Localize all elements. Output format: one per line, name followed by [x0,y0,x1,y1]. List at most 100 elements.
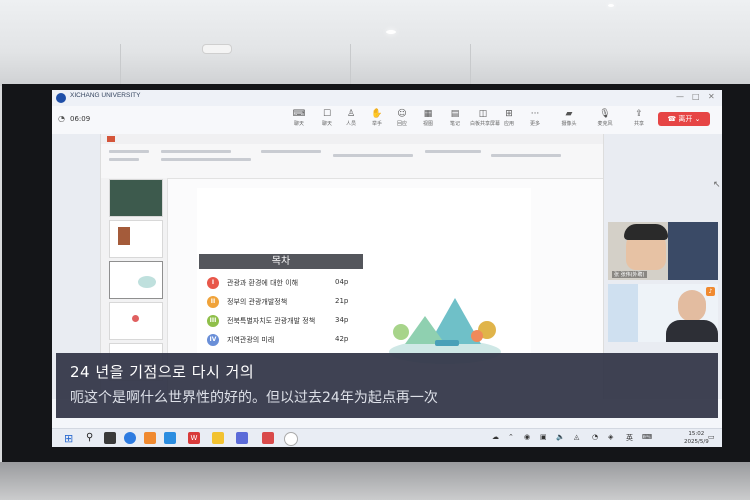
minimize-button[interactable]: — [676,92,684,101]
whiteboard-icon: ◫ [478,109,488,119]
apps-button[interactable]: ⊞ 应用 [496,109,522,128]
camera-button[interactable]: ▰ 摄像头 [556,109,582,128]
share-icon: ⇪ [635,109,643,119]
slide-thumbnail-selected[interactable] [109,261,163,299]
meeting-toolbar: ◔ 06:09 ⌨ 聊天 ☐ 聊天 ♙ 人员 ✋ 举手 ☺ 回应 ▦ 视图 ▤ … [52,106,722,135]
toc-text: 관광과 환경에 대한 이해 [227,279,299,287]
clock-time: 15:02 [688,431,705,437]
tray-app-icon[interactable]: ◉ [524,433,530,441]
chrome-icon[interactable] [284,432,298,446]
chat-button[interactable]: ⌨ 聊天 [286,109,312,128]
shield-icon: ◔ [58,114,65,123]
presentation-ribbon [101,144,603,179]
participant-video[interactable]: 张 张伟(外聘) [608,222,718,280]
whiteboard-button[interactable]: ◫ 白板共享屏幕 [470,109,500,128]
windows-taskbar: ⊞ ⚲ W ☁ ⌃ ◉ ▣ 🔈 ◬ ◔ ◈ 英 ⌨ 15:02 2025/5/9… [52,428,722,447]
meeting-app-icon[interactable] [236,432,248,444]
wps-office-icon[interactable]: W [188,432,200,444]
reaction-button[interactable]: ☺ 回应 [389,109,415,128]
task-view-icon[interactable] [104,432,116,444]
file-explorer-icon[interactable] [212,432,224,444]
live-subtitles: 24 년을 기점으로 다시 거의 呃这个是啊什么世界性的好的。但以过去24年为起… [56,353,718,418]
participant-video[interactable]: ♪ [608,284,718,342]
university-logo-icon [56,93,66,103]
maximize-button[interactable]: □ [692,92,700,101]
cursor-icon: ↖ [713,180,721,190]
keyboard-icon[interactable]: ⌨ [642,433,652,441]
app-icon[interactable] [164,432,176,444]
network-icon[interactable]: ◬ [574,433,579,441]
mic-muted-icon: ♪ [706,287,715,296]
presentation-file-icon [107,136,115,142]
microphone-button[interactable]: 🎙 麦克风 [592,109,618,128]
video-background [608,284,638,342]
notification-icon[interactable]: ▭ [708,433,715,441]
dot-image [132,315,139,322]
subtitle-chinese: 呃这个是啊什么世界性的好的。但以过去24年为起点再一次 [70,390,438,406]
more-button[interactable]: ··· 更多 [522,109,548,128]
participant-body [666,320,718,342]
meeting-timer: 06:09 [70,115,91,123]
ime-language[interactable]: 英 [626,433,633,443]
message-icon: ☐ [322,109,332,119]
notes-button[interactable]: ▤ 笔记 [442,109,468,128]
clock-date: 2025/5/9 [684,439,709,445]
slide-thumbnail[interactable] [109,220,163,258]
ceiling-projector [202,44,232,54]
ribbon-group [161,150,231,153]
participant-name: 张 张伟(外聘) [612,271,647,278]
wifi-icon[interactable]: ◔ [592,433,598,441]
illustration-image [138,276,156,288]
apps-icon: ⊞ [505,109,513,119]
slide-heading: 목차 [199,254,363,269]
ribbon-group [261,150,321,153]
system-clock[interactable]: 15:02 2025/5/9 [684,430,709,446]
app-icon[interactable] [262,432,274,444]
toc-page: 42p [335,335,349,343]
cloud-icon[interactable]: ☁ [492,433,499,441]
more-icon: ··· [530,109,540,119]
toc-text: 전북특별자치도 관광개발 정책 [227,317,316,325]
ribbon-group [161,158,251,161]
raise-hand-button[interactable]: ✋ 举手 [364,109,390,128]
chevron-up-icon[interactable]: ⌃ [508,433,514,441]
tray-app-icon[interactable]: ▣ [540,433,547,441]
slide-thumbnail[interactable] [109,179,163,217]
message-button[interactable]: ☐ 聊天 [314,109,340,128]
participant-face [678,290,706,322]
close-button[interactable]: ✕ [708,92,715,101]
tree-shape [471,330,483,342]
firefox-icon[interactable] [144,432,156,444]
windows-start-icon[interactable]: ⊞ [64,432,73,445]
slide-thumbnail[interactable] [109,302,163,340]
toc-number: IV [207,334,219,346]
search-icon[interactable]: ⚲ [86,432,93,443]
edge-browser-icon[interactable] [124,432,136,444]
share-button[interactable]: ⇪ 共享 [626,109,652,128]
ribbon-group [109,150,149,153]
ceiling-panel-line [350,44,351,84]
security-icon[interactable]: ◈ [608,433,613,441]
leave-button[interactable]: ☎ 离开 ⌄ [658,112,710,126]
ribbon-group [425,150,481,153]
people-button[interactable]: ♙ 人员 [338,109,364,128]
toc-item: III 전북특별자치도 관광개발 정책 34p [207,315,367,329]
toc-page: 04p [335,278,349,286]
portrait-image [118,227,130,245]
toc-item: II 정부의 관광개발정책 21p [207,296,367,310]
ribbon-group [109,158,139,161]
chevron-down-icon: ⌄ [694,115,701,123]
volume-icon[interactable]: 🔈 [556,433,565,441]
tree-shape [393,324,409,340]
layout-button[interactable]: ▦ 视图 [415,109,441,128]
ceiling-light [608,4,614,7]
room-floor [0,462,750,500]
toc-number: II [207,296,219,308]
toc-item: I 관광과 환경에 대한 이해 04p [207,277,367,291]
room-ceiling [0,0,750,86]
ribbon-group [333,154,413,157]
hand-icon: ✋ [371,109,383,119]
ceiling-panel-line [120,44,121,84]
microphone-icon: 🎙 [599,109,611,119]
people-icon: ♙ [346,109,356,119]
